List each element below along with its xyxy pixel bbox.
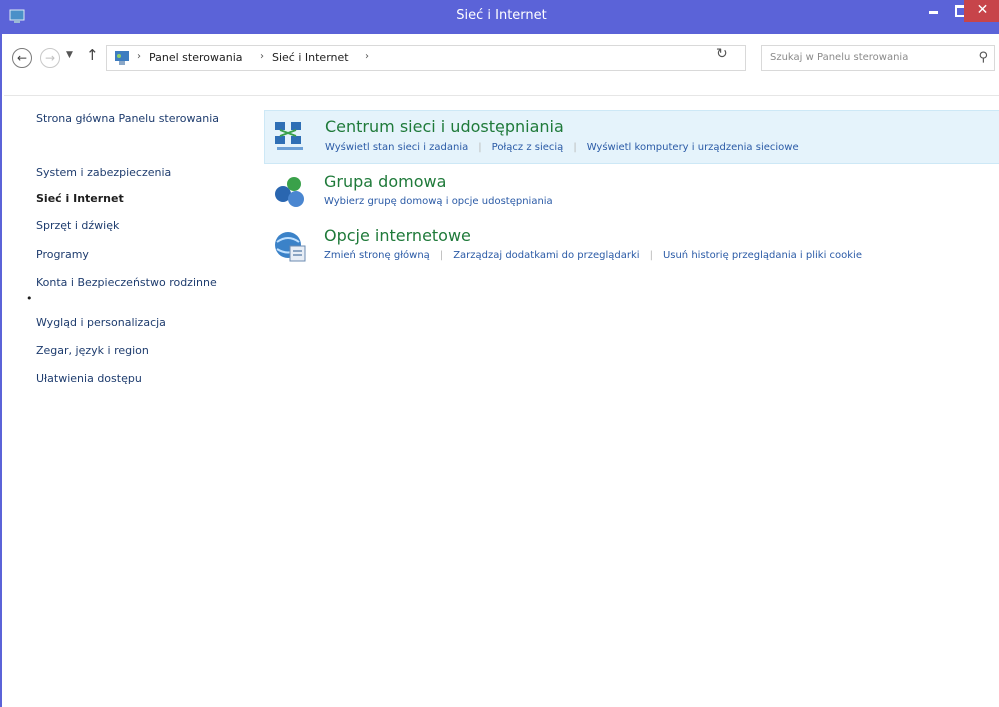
section-links: Wybierz grupę domową i opcje udostępnian…	[324, 196, 553, 207]
sidebar-item-system-security[interactable]: System i zabezpieczenia	[36, 166, 226, 180]
link-separator: |	[478, 142, 482, 153]
control-panel-icon	[115, 51, 129, 65]
sidebar-item-hardware-sound[interactable]: Sprzęt i dźwięk	[36, 219, 226, 233]
sidebar-item-accounts[interactable]: Konta i Bezpieczeństwo rodzinne	[36, 276, 226, 290]
link-choose-homegroup[interactable]: Wybierz grupę domową i opcje udostępnian…	[324, 196, 553, 207]
up-button[interactable]: ↑	[86, 46, 99, 64]
link-separator: |	[439, 250, 444, 261]
breadcrumb-separator: ›	[365, 51, 369, 62]
section-links: Wyświetl stan sieci i zadania | Połącz z s…	[325, 142, 799, 153]
link-delete-history[interactable]: Usuń historię przeglądania i pliki cooki…	[663, 250, 862, 261]
link-change-homepage[interactable]: Zmień stronę główną	[324, 250, 430, 261]
sidebar-item-clock-region[interactable]: Zegar, język i region	[36, 344, 226, 358]
close-icon: ✕	[976, 2, 989, 18]
breadcrumb-network-internet[interactable]: Sieć i Internet	[272, 51, 349, 64]
link-view-network-status[interactable]: Wyświetl stan sieci i zadania	[325, 142, 468, 153]
search-icon[interactable]: ⚲	[978, 50, 988, 65]
breadcrumb-separator: ›	[137, 51, 141, 62]
homegroup-icon	[275, 177, 304, 207]
navigation-bar: ← → ▼ ↑ › Panel sterowania › Sieć i Inte…	[4, 34, 999, 96]
section-internet-options[interactable]: Opcje internetowe Zmień stronę główną | Za…	[264, 224, 999, 274]
search-input[interactable]: Szukaj w Panelu sterowania ⚲	[761, 45, 995, 71]
link-manage-addons[interactable]: Zarządzaj dodatkami do przeglądarki	[453, 250, 639, 261]
title-bar[interactable]: Sieć i Internet ✕	[2, 0, 999, 34]
section-title[interactable]: Centrum sieci i udostępniania	[325, 117, 564, 136]
forward-button[interactable]: →	[40, 48, 60, 68]
link-connect-network[interactable]: Połącz z siecią	[492, 142, 564, 153]
sidebar-item-network-internet[interactable]: Sieć i Internet	[36, 192, 226, 206]
section-network-sharing-center[interactable]: Centrum sieci i udostępniania Wyświetl s…	[264, 110, 999, 164]
breadcrumb-control-panel[interactable]: Panel sterowania	[149, 51, 243, 64]
sidebar-item-home[interactable]: Strona główna Panelu sterowania	[36, 112, 226, 126]
address-bar[interactable]: › Panel sterowania › Sieć i Internet › ▼	[106, 45, 807, 72]
minimize-button[interactable]	[920, 0, 946, 22]
sidebar-item-accessibility[interactable]: Ułatwienia dostępu	[36, 372, 226, 386]
sidebar: Strona główna Panelu sterowania System i…	[4, 96, 234, 707]
active-bullet: •	[26, 292, 33, 305]
sidebar-item-appearance[interactable]: Wygląd i personalizacja	[36, 316, 226, 330]
refresh-icon[interactable]: ↻	[716, 46, 728, 62]
link-separator: |	[573, 142, 577, 153]
recent-locations-icon[interactable]: ▼	[66, 50, 73, 60]
network-center-icon	[275, 122, 303, 150]
section-title[interactable]: Opcje internetowe	[324, 226, 471, 245]
close-button[interactable]: ✕	[964, 0, 999, 22]
section-links: Zmień stronę główną | Zarządzaj dodatkami …	[324, 250, 862, 261]
internet-options-icon	[275, 232, 306, 262]
control-panel-window: Sieć i Internet ✕ ← → ▼ ↑ › Panel sterow…	[0, 0, 999, 707]
breadcrumb-separator: ›	[260, 51, 264, 62]
sidebar-item-programs[interactable]: Programy	[36, 248, 226, 262]
back-button[interactable]: ←	[12, 48, 32, 68]
window-title: Sieć i Internet	[456, 8, 547, 23]
section-homegroup[interactable]: Grupa domowa Wybierz grupę domową i opcj…	[264, 170, 999, 220]
search-placeholder: Szukaj w Panelu sterowania	[770, 52, 909, 63]
link-view-network-devices[interactable]: Wyświetl komputery i urządzenia sieciowe	[587, 142, 799, 153]
section-title[interactable]: Grupa domowa	[324, 172, 446, 191]
link-separator: |	[649, 250, 653, 261]
